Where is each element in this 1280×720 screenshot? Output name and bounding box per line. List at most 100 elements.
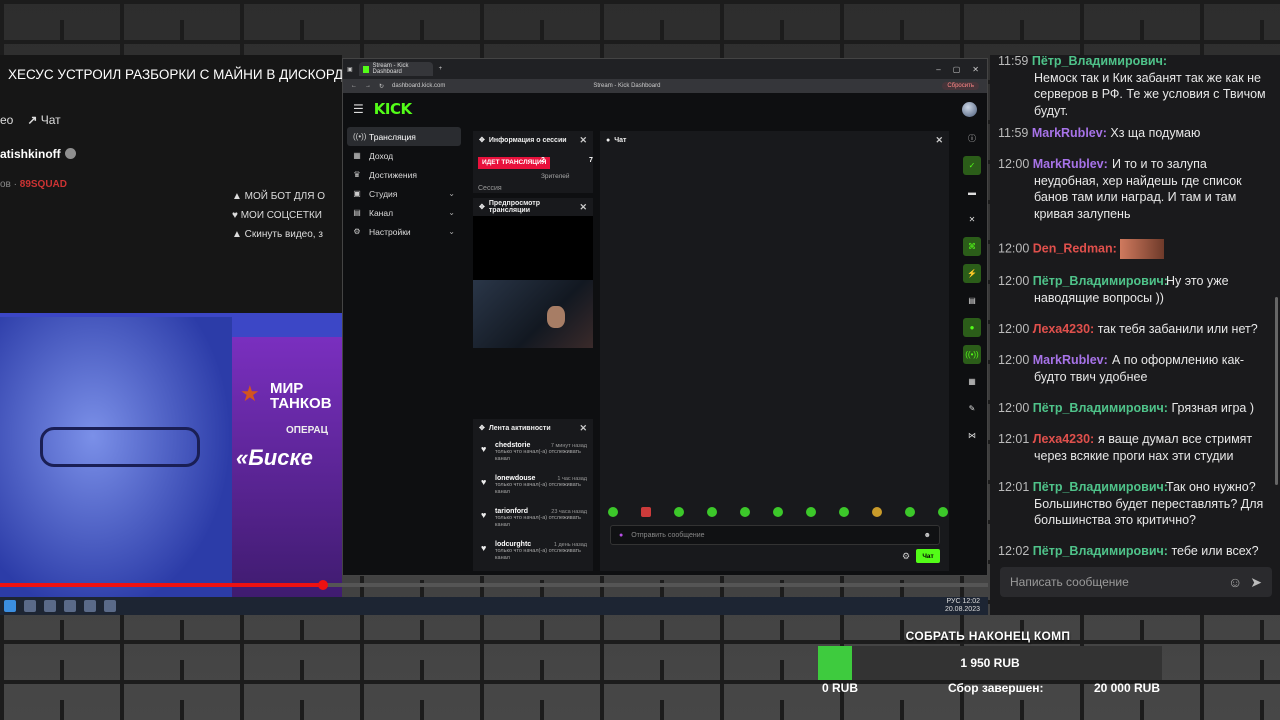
layout-icon[interactable]: ▬ [963, 183, 981, 202]
info-icon[interactable]: ⓘ [963, 129, 981, 148]
kick-logo[interactable]: KICK [374, 100, 412, 118]
emote-icon[interactable] [641, 507, 651, 517]
message-nick[interactable]: Den_Redman: [1033, 241, 1117, 255]
message-nick[interactable]: Пётр_Владимирович: [1033, 274, 1168, 288]
share-icon[interactable]: ⋈ [963, 426, 981, 445]
user-avatar[interactable] [962, 101, 977, 117]
message-nick[interactable]: Пётр_Владимирович: [1033, 480, 1168, 494]
emote-icon[interactable] [773, 507, 783, 517]
description-link[interactable]: ♥ МОИ СОЦСЕТКИ [232, 206, 325, 225]
progress-knob[interactable] [318, 580, 328, 590]
message-nick[interactable]: Леха4230: [1033, 322, 1094, 336]
chat-link[interactable]: ↗ Чат [27, 113, 60, 127]
session-info-panel: ✥ Информация о сессии ✕ ИДЕТ ТРАНСЛЯЦИЯ 2 … [473, 131, 593, 193]
document-icon[interactable]: ▤ [963, 291, 981, 310]
check-icon[interactable]: ✓ [963, 156, 981, 175]
message-time: 12:00 [998, 353, 1030, 367]
maximize-icon[interactable]: ▢ [953, 65, 961, 74]
url-field[interactable]: dashboard.kick.com [392, 83, 445, 89]
description-link[interactable]: ▲ МОЙ БОТ ДЛЯ О [232, 187, 325, 206]
drag-handle-icon[interactable]: ✥ [479, 204, 485, 211]
share-row: ео ↗ Чат [0, 113, 61, 127]
emote-icon[interactable] [608, 507, 618, 517]
send-icon[interactable]: ➤ [1250, 574, 1262, 591]
close-icon[interactable]: ✕ [579, 423, 587, 434]
sidebar-item-achievements[interactable]: ♛ Достижения [347, 165, 461, 184]
message-nick[interactable]: MarkRublev: [1033, 157, 1108, 171]
chrome-icon[interactable] [84, 600, 96, 612]
widget-icon[interactable]: ⌘ [963, 237, 981, 256]
broadcast-icon: ((•)) [353, 132, 367, 141]
forward-icon[interactable]: → [365, 83, 371, 89]
emoji-icon[interactable]: ☻ [924, 532, 931, 539]
wrench-icon[interactable]: ✎ [963, 399, 981, 418]
sidebar-item-settings[interactable]: ⚙ Настройки ⌄ [347, 222, 461, 241]
emote-icon[interactable] [905, 507, 915, 517]
printer-icon[interactable]: ▦ [963, 372, 981, 391]
close-icon[interactable]: ✕ [579, 135, 587, 146]
live-chat-input[interactable]: Написать сообщение ☺ ➤ [1000, 567, 1272, 597]
emote-icon[interactable] [740, 507, 750, 517]
chat-message: 12:00 Пётр_Владимирович: Грязная игра ) [998, 400, 1270, 417]
new-tab-icon[interactable]: + [439, 66, 443, 72]
description-link[interactable]: ▲ Скинуть видео, з [232, 225, 325, 244]
browser-menu-icon[interactable]: ▣ [347, 66, 353, 73]
emote-icon[interactable] [674, 507, 684, 517]
search-icon[interactable] [24, 600, 36, 612]
sidebar-item-stream[interactable]: ((•)) Трансляция [347, 127, 461, 146]
emote-icon[interactable] [938, 507, 948, 517]
sidebar-item-channel[interactable]: ▤ Канал ⌄ [347, 203, 461, 222]
chevron-down-icon: ⌄ [448, 227, 455, 236]
message-nick[interactable]: MarkRublev: [1032, 126, 1107, 140]
lightning-icon[interactable]: ⚡ [963, 264, 981, 283]
message-nick[interactable]: MarkRublev: [1033, 353, 1108, 367]
emote-icon[interactable] [707, 507, 717, 517]
close-panel-icon[interactable]: ✕ [963, 210, 981, 229]
close-icon[interactable]: ✕ [972, 65, 979, 74]
browser-tab[interactable]: Stream - Kick Dashboard [358, 62, 433, 76]
chat-send-button[interactable]: Чат [916, 549, 940, 563]
chat-message: 12:00 Пётр_Владимирович: Ну это уже навод… [998, 273, 1270, 306]
message-nick[interactable]: Леха4230: [1033, 432, 1094, 446]
stream-preview-thumbnail[interactable] [473, 280, 593, 348]
message-nick[interactable]: Пётр_Владимирович: [1032, 54, 1167, 68]
ad-banner[interactable]: ★ МИР ТАНКОВ ОПЕРАЦ «Биске [232, 337, 342, 615]
chat-scrollbar[interactable] [1275, 297, 1278, 485]
message-nick[interactable]: Пётр_Владимирович: [1033, 401, 1168, 415]
sidebar-item-income[interactable]: ▦ Доход [347, 146, 461, 165]
channel-subtitle: ов · 89SQUAD [0, 179, 67, 190]
hamburger-menu-icon[interactable]: ☰ [353, 102, 364, 116]
clock-date: 20.08.2023 [944, 606, 980, 613]
message-nick[interactable]: Пётр_Владимирович: [1033, 544, 1168, 558]
reload-icon[interactable]: ↻ [379, 83, 384, 90]
emote-icon[interactable] [806, 507, 816, 517]
close-icon[interactable]: ✕ [579, 202, 587, 211]
taskbar-clock[interactable]: РУС 12:02 20.08.2023 [945, 598, 980, 614]
windows-start-icon[interactable] [4, 600, 16, 612]
emote-icon[interactable] [839, 507, 849, 517]
chat-message-input[interactable]: ● Отправить сообщение ☻ [610, 525, 940, 545]
heart-icon: ♥ [481, 444, 487, 454]
trophy-icon: ♛ [353, 170, 361, 179]
broadcast-icon[interactable]: ((•)) [963, 345, 981, 364]
chat-icon[interactable]: ● [963, 318, 981, 337]
minimize-icon[interactable]: – [936, 65, 940, 74]
sidebar-item-studio[interactable]: ▣ Студия ⌄ [347, 184, 461, 203]
app-icon[interactable] [104, 600, 116, 612]
reset-button[interactable]: Сбросить [942, 82, 979, 90]
viewers-count: 2 [541, 157, 545, 164]
video-progress-bar[interactable] [0, 580, 988, 590]
drag-handle-icon[interactable]: ✥ [479, 136, 485, 144]
activity-time: 7 минут назад [550, 443, 587, 449]
activity-item: ♥ tarionford 23 часа назад только что начал… [473, 503, 593, 536]
back-icon[interactable]: ← [351, 83, 357, 89]
emote-icon[interactable] [872, 507, 882, 517]
folder-icon[interactable] [44, 600, 56, 612]
mic-icon[interactable]: ● [619, 532, 623, 539]
chat-settings-icon[interactable]: ⚙ [902, 551, 910, 562]
browser-icon[interactable] [64, 600, 76, 612]
drag-handle-icon[interactable]: ✥ [479, 424, 485, 432]
close-icon[interactable]: ✕ [935, 135, 943, 146]
emoji-icon[interactable]: ☺ [1228, 574, 1242, 590]
channel-name[interactable]: atishkinoff [0, 147, 76, 161]
